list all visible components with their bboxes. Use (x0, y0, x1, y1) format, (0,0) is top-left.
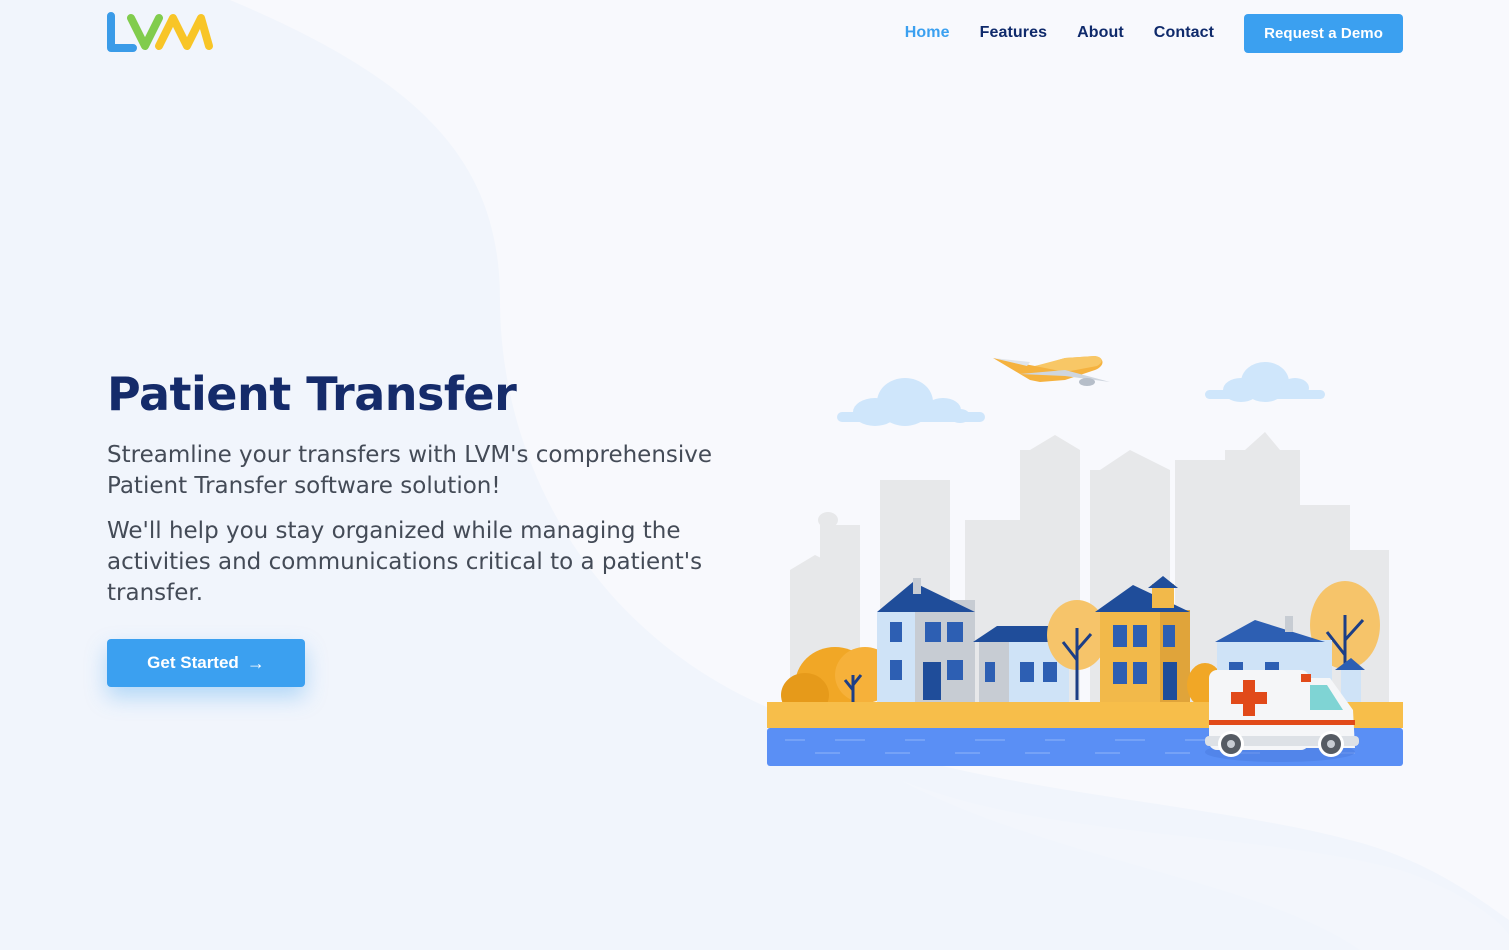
nav-features[interactable]: Features (980, 24, 1048, 42)
hero-section: Patient Transfer Streamline your transfe… (107, 366, 747, 687)
arrow-right-icon: → (246, 652, 265, 673)
page-title: Patient Transfer (107, 367, 517, 421)
cloud-left (837, 378, 985, 426)
get-started-label: Get Started (147, 653, 239, 672)
city-ambulance-illustration (767, 356, 1403, 766)
hero-description: We'll help you stay organized while mana… (107, 518, 703, 606)
site-header: Home Features About Contact Request a De… (0, 0, 1509, 66)
cloud-right (1205, 362, 1325, 402)
airplane-icon (993, 356, 1110, 386)
main-nav: Home Features About Contact Request a De… (875, 13, 1403, 53)
request-demo-button[interactable]: Request a Demo (1244, 13, 1403, 53)
lvm-logo[interactable] (107, 12, 215, 54)
nav-contact[interactable]: Contact (1154, 24, 1214, 42)
nav-home[interactable]: Home (905, 24, 950, 42)
nav-about[interactable]: About (1077, 24, 1124, 42)
hero-subtitle: Streamline your transfers with LVM's com… (107, 442, 713, 499)
get-started-button[interactable]: Get Started → (107, 639, 305, 687)
